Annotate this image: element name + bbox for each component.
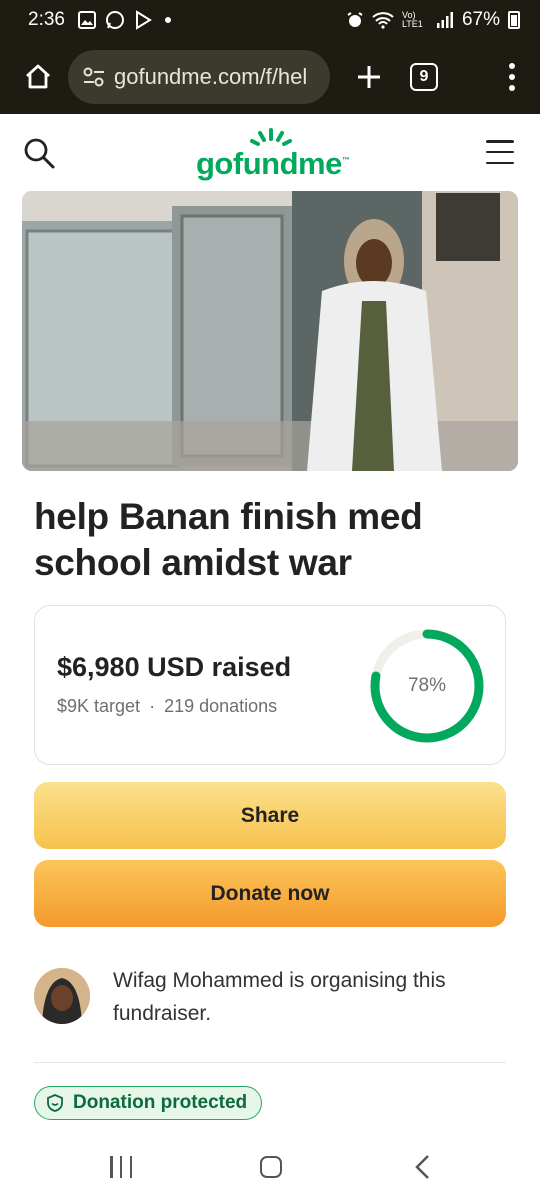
recent-apps-button[interactable] [110,1156,132,1178]
battery-icon [508,11,520,29]
progress-meta: $9K target · 219 donations [57,696,277,717]
progress-card: $6,980 USD raised $9K target · 219 donat… [34,605,506,765]
badge-label: Donation protected [73,1092,248,1113]
notification-icons [77,10,171,30]
wifi-icon [372,12,394,29]
lte-label: Vo) LTE1 [401,10,423,29]
hamburger-icon[interactable] [486,140,514,164]
campaign-photo [22,191,518,471]
url-text: gofundme.com/f/hel [114,64,308,89]
amount-raised: $6,980 USD raised [57,652,292,682]
campaign-title: help Banan finish med school amidst war [34,496,423,583]
browser-menu-button[interactable] [506,63,518,91]
home-icon [26,64,50,89]
meta-separator: · [149,696,156,716]
organiser-text: Wifag Mohammed is organising this fundra… [113,969,446,1025]
donation-protected-badge[interactable]: Donation protected [34,1086,263,1120]
search-icon[interactable] [22,136,56,170]
gofundme-logo[interactable]: gofundme™ [196,126,350,184]
browser-toolbar: gofundme.com/f/hel 9 [0,40,540,114]
system-home-button[interactable] [260,1156,282,1178]
signal-icon [436,12,453,28]
status-right: Vo) LTE1 67% [346,9,520,31]
more-notifications-dot [164,17,171,23]
whatsapp-icon [105,11,124,29]
organiser-avatar[interactable] [34,968,90,1024]
play-store-icon [135,10,152,30]
target-amount: $9K target [57,696,141,716]
system-nav-bar [0,1134,540,1200]
divider [34,1062,506,1063]
progress-percent: 78% [407,675,447,696]
plus-icon [358,66,380,88]
campaign-photo-illustration [22,191,518,471]
gallery-icon [77,11,96,29]
tune-icon[interactable] [82,66,106,88]
alarm-icon [347,12,363,27]
status-bar: 2:36 Vo) LTE1 67% [0,0,540,40]
home-button[interactable] [18,57,58,97]
new-tab-button[interactable] [352,60,386,94]
back-icon[interactable] [412,1154,434,1180]
status-time: 2:36 [28,9,65,30]
logo-text: gofundme™ [196,146,350,181]
avatar-image [34,968,90,1024]
shield-icon [47,1094,63,1112]
address-bar[interactable]: gofundme.com/f/hel [68,50,330,104]
tab-count: 9 [419,68,429,85]
battery-percent: 67% [461,9,500,30]
donation-count: 219 donations [164,696,278,716]
donate-button[interactable]: Donate now [34,860,506,927]
logo-sprout-icon [250,128,292,146]
site-header: gofundme™ [0,114,540,190]
more-icon [509,63,515,69]
tabs-button[interactable]: 9 [410,63,438,91]
share-button[interactable]: Share [34,782,506,849]
